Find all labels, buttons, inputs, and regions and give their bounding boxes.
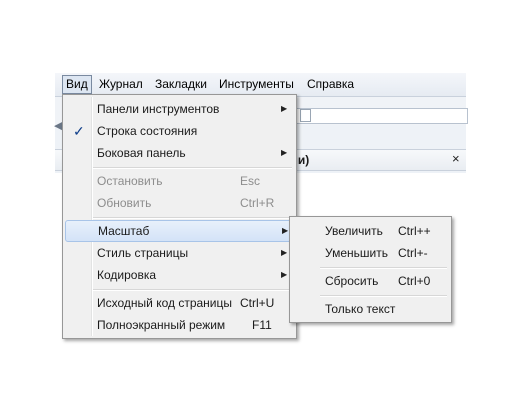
- check-icon: ✓: [73, 123, 85, 139]
- menu-help[interactable]: Справка: [307, 77, 354, 91]
- menu-item-label: Полноэкранный режим: [97, 318, 226, 332]
- menu-item-shortcut: Ctrl++: [398, 224, 431, 238]
- menu-separator: [93, 167, 292, 169]
- menu-item-encoding[interactable]: Кодировка ▶: [65, 264, 294, 286]
- menu-item-label: Остановить: [97, 174, 163, 188]
- menu-item-label: Боковая панель: [97, 146, 186, 160]
- submenu-arrow-icon: ▶: [282, 226, 289, 235]
- menu-tools[interactable]: Инструменты: [219, 77, 294, 91]
- menu-item-label: Обновить: [97, 196, 152, 210]
- view-menu: Панели инструментов ▶ ✓ Строка состояния…: [62, 94, 297, 339]
- page-icon: [300, 109, 311, 122]
- menu-item-shortcut: Esc: [240, 174, 261, 188]
- menu-item-shortcut: Ctrl+U: [240, 296, 275, 310]
- menu-item-zoom-out[interactable]: Уменьшить Ctrl+-: [292, 242, 449, 264]
- menu-item-fullscreen[interactable]: Полноэкранный режим F11: [65, 314, 294, 336]
- menu-item-shortcut: Ctrl+-: [398, 246, 428, 260]
- menu-item-text-only[interactable]: Только текст: [292, 298, 449, 320]
- submenu-arrow-icon: ▶: [281, 248, 288, 257]
- zoom-submenu: Увеличить Ctrl++ Уменьшить Ctrl+- Сброси…: [289, 216, 452, 323]
- submenu-arrow-icon: ▶: [281, 148, 288, 157]
- menu-item-label: Исходный код страницы: [97, 296, 232, 310]
- close-icon[interactable]: ×: [452, 151, 460, 166]
- menu-history[interactable]: Журнал: [99, 77, 143, 91]
- menu-view[interactable]: Вид: [62, 75, 92, 94]
- menu-item-sidebar[interactable]: Боковая панель ▶: [65, 142, 294, 164]
- menu-item-shortcut: F11: [252, 318, 272, 332]
- menu-item-shortcut: Ctrl+R: [240, 196, 275, 210]
- menu-item-reload[interactable]: Обновить Ctrl+R: [65, 192, 294, 214]
- menu-item-label: Стиль страницы: [97, 246, 189, 260]
- submenu-arrow-icon: ▶: [281, 270, 288, 279]
- menu-item-label: Уменьшить: [325, 246, 388, 260]
- menu-item-shortcut: Ctrl+0: [398, 274, 431, 288]
- menu-item-page-style[interactable]: Стиль страницы ▶: [65, 242, 294, 264]
- menu-item-label: Кодировка: [97, 268, 157, 282]
- menu-item-label: Панели инструментов: [97, 102, 220, 116]
- menu-item-toolbars[interactable]: Панели инструментов ▶: [65, 98, 294, 120]
- menu-item-zoom-in[interactable]: Увеличить Ctrl++: [292, 220, 449, 242]
- menu-item-label: Сбросить: [325, 274, 379, 288]
- menu-item-label: Строка состояния: [97, 124, 198, 138]
- menu-item-page-source[interactable]: Исходный код страницы Ctrl+U: [65, 292, 294, 314]
- menu-bookmarks[interactable]: Закладки: [155, 77, 207, 91]
- menu-item-label: Масштаб: [98, 224, 150, 238]
- menu-separator: [320, 295, 447, 297]
- address-bar[interactable]: [295, 108, 468, 124]
- menu-item-label: Увеличить: [325, 224, 383, 238]
- menu-separator: [93, 289, 292, 291]
- menu-item-zoom-reset[interactable]: Сбросить Ctrl+0: [292, 270, 449, 292]
- submenu-arrow-icon: ▶: [281, 104, 288, 113]
- menu-item-stop[interactable]: Остановить Esc: [65, 170, 294, 192]
- menu-separator: [320, 267, 447, 269]
- menu-item-zoom[interactable]: Масштаб ▶: [65, 220, 296, 242]
- menu-item-status-bar[interactable]: ✓ Строка состояния: [65, 120, 294, 142]
- menu-item-label: Только текст: [325, 302, 396, 316]
- menu-separator: [93, 217, 292, 219]
